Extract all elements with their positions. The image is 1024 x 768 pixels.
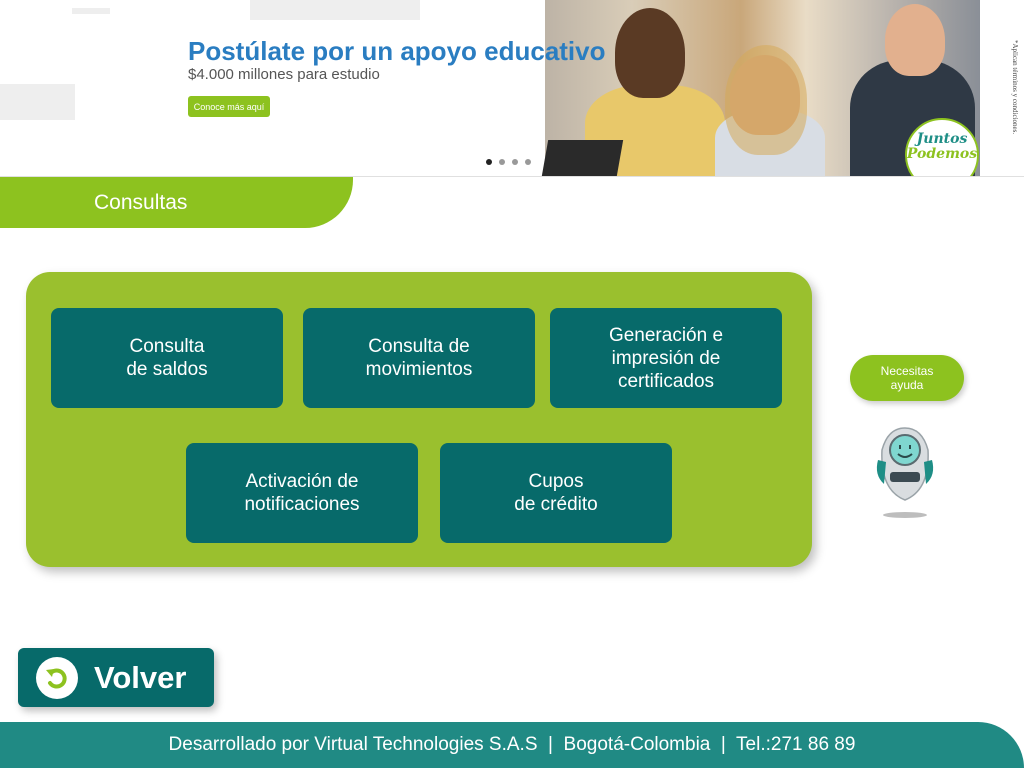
carousel-dots <box>486 159 531 165</box>
banner-title: Postúlate por un apoyo educativo <box>188 36 606 66</box>
section-title-tab: Consultas <box>0 177 353 228</box>
certificates-button[interactable]: Generación e impresión de certificados <box>550 308 782 408</box>
banner-cta-button[interactable]: Conoce más aquí <box>188 96 270 117</box>
paper-decoration <box>0 84 75 120</box>
carousel-dot[interactable] <box>499 159 505 165</box>
transactions-inquiry-button[interactable]: Consulta de movimientos <box>303 308 535 408</box>
carousel-dot[interactable] <box>486 159 492 165</box>
back-button-label: Volver <box>94 659 187 695</box>
footer-text: Desarrollado por Virtual Technologies S.… <box>168 734 856 755</box>
undo-arrow-icon <box>36 656 78 699</box>
notifications-activation-button[interactable]: Activación de notificaciones <box>186 443 418 543</box>
back-button[interactable]: Volver <box>18 648 214 707</box>
paper-decoration <box>250 0 420 20</box>
carousel-dot[interactable] <box>525 159 531 165</box>
banner-subtitle: $4.000 millones para estudio <box>188 66 380 83</box>
help-button[interactable]: Necesitas ayuda <box>850 355 964 401</box>
balance-inquiry-button[interactable]: Consulta de saldos <box>51 308 283 408</box>
promo-banner[interactable]: Postúlate por un apoyo educativo $4.000 … <box>0 0 1024 177</box>
section-title: Consultas <box>94 190 188 214</box>
paper-decoration <box>72 8 110 14</box>
footer: Desarrollado por Virtual Technologies S.… <box>0 722 1024 768</box>
robot-assistant-icon[interactable] <box>872 420 938 520</box>
carousel-dot[interactable] <box>512 159 518 165</box>
credit-limits-button[interactable]: Cupos de crédito <box>440 443 672 543</box>
legal-disclaimer: *Aplican términos y condiciones. <box>1011 40 1019 135</box>
options-panel: Consulta de saldos Consulta de movimient… <box>26 272 812 567</box>
